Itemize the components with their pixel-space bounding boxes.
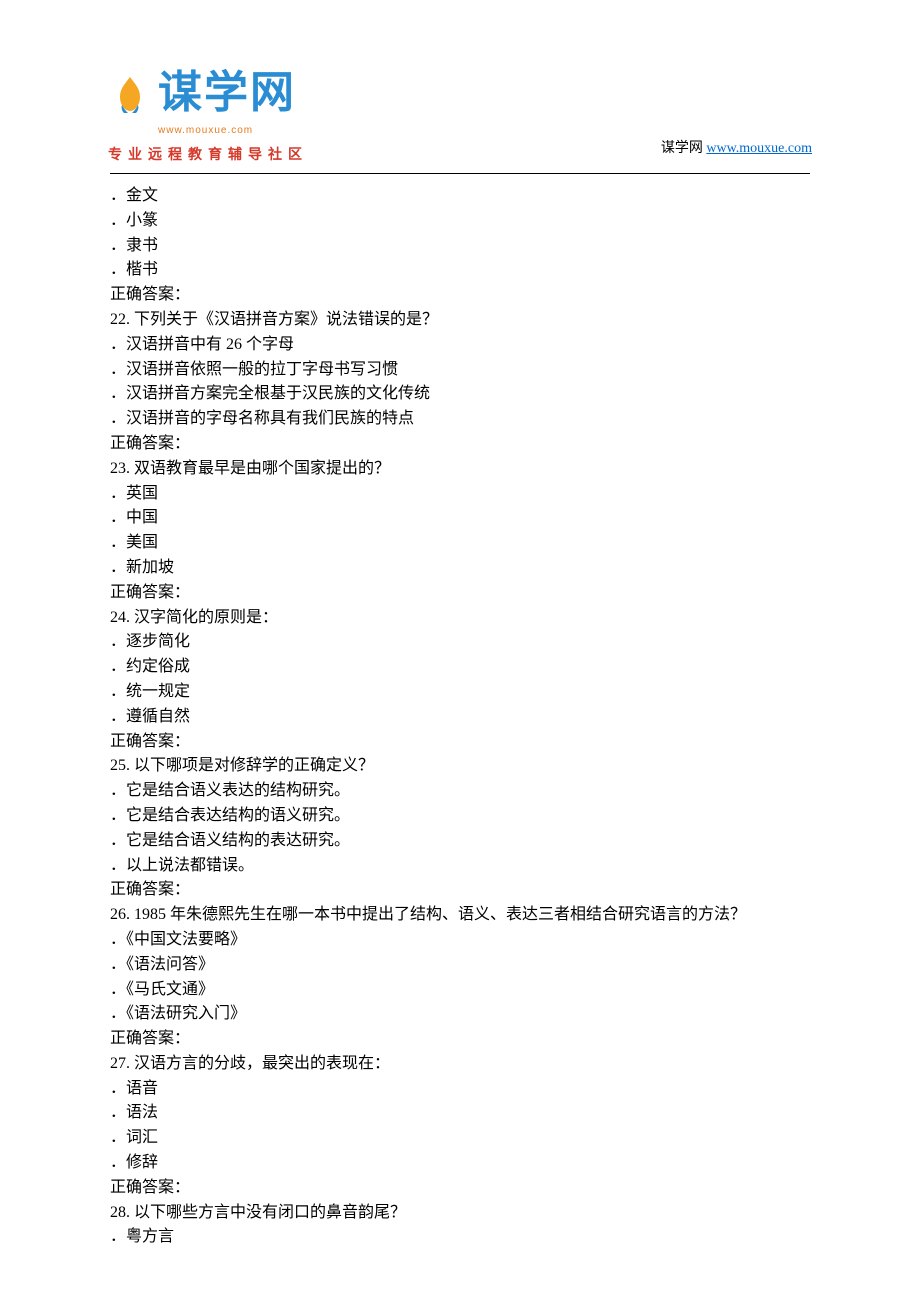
option-item: ．英国 [110,482,810,507]
answer-label: 正确答案： [110,581,810,606]
question-number: 28. [110,1204,134,1221]
question-line: 24. 汉字简化的原则是： [110,606,810,631]
question-line: 28. 以下哪些方言中没有闭口的鼻音韵尾？ [110,1201,810,1226]
option-item: ．中国 [110,506,810,531]
option-item: ．修辞 [110,1151,810,1176]
option-item: ．汉语拼音的字母名称具有我们民族的特点 [110,407,810,432]
question-number: 27. [110,1055,134,1072]
site-credit: 谋学网 www.mouxue.com [661,138,812,165]
header-divider [110,173,810,174]
option-item: ．遵循自然 [110,705,810,730]
site-label: 谋学网 [661,141,707,156]
question-text: 双语教育最早是由哪个国家提出的？ [134,460,390,477]
option-item: ．语法 [110,1101,810,1126]
answer-label: 正确答案： [110,878,810,903]
question-number: 26. [110,906,134,923]
option-item: ．粤方言 [110,1225,810,1250]
option-item: ．小篆 [110,209,810,234]
option-item: ．楷书 [110,258,810,283]
question-text: 1985 年朱德熙先生在哪一本书中提出了结构、语义、表达三者相结合研究语言的方法… [134,906,746,923]
question-number: 24. [110,609,134,626]
option-item: ．新加坡 [110,556,810,581]
question-text: 以下哪项是对修辞学的正确定义？ [134,757,374,774]
question-line: 26. 1985 年朱德熙先生在哪一本书中提出了结构、语义、表达三者相结合研究语… [110,903,810,928]
option-item: ．隶书 [110,234,810,259]
option-item: ．《马氏文通》 [110,978,810,1003]
option-item: ．它是结合语义表达的结构研究。 [110,779,810,804]
option-item: ．它是结合表达结构的语义研究。 [110,804,810,829]
option-item: ．《中国文法要略》 [110,928,810,953]
question-number: 22. [110,311,134,328]
question-number: 25. [110,757,134,774]
answer-label: 正确答案： [110,432,810,457]
logo-title-group: 谋学网 www.mouxue.com [158,60,296,138]
site-link[interactable]: www.mouxue.com [706,141,812,156]
answer-label: 正确答案： [110,730,810,755]
question-text: 汉语方言的分歧，最突出的表现在： [134,1055,390,1072]
question-line: 23. 双语教育最早是由哪个国家提出的？ [110,457,810,482]
option-item: ．汉语拼音依照一般的拉丁字母书写习惯 [110,358,810,383]
question-line: 25. 以下哪项是对修辞学的正确定义？ [110,754,810,779]
document-content: ．金文 ．小篆 ．隶书 ．楷书 正确答案： 22. 下列关于《汉语拼音方案》说法… [0,184,920,1250]
option-item: ．统一规定 [110,680,810,705]
answer-label: 正确答案： [110,283,810,308]
logo-text: 谋学网 [158,60,296,126]
option-item: ．美国 [110,531,810,556]
option-item: ．语音 [110,1077,810,1102]
answer-label: 正确答案： [110,1027,810,1052]
option-item: ．《语法研究入门》 [110,1002,810,1027]
logo-block: 谋学网 www.mouxue.com 专业远程教育辅导社区 [108,60,308,165]
question-line: 27. 汉语方言的分歧，最突出的表现在： [110,1052,810,1077]
option-item: ．汉语拼音中有 26 个字母 [110,333,810,358]
question-number: 23. [110,460,134,477]
option-item: ．金文 [110,184,810,209]
question-line: 22. 下列关于《汉语拼音方案》说法错误的是？ [110,308,810,333]
option-item: ．逐步简化 [110,630,810,655]
logo-tagline: 专业远程教育辅导社区 [108,144,308,165]
logo-flame-icon [108,75,152,123]
question-text: 下列关于《汉语拼音方案》说法错误的是？ [134,311,438,328]
question-text: 汉字简化的原则是： [134,609,278,626]
option-item: ．约定俗成 [110,655,810,680]
option-item: ．它是结合语义结构的表达研究。 [110,829,810,854]
option-item: ．以上说法都错误。 [110,854,810,879]
option-item: ．词汇 [110,1126,810,1151]
option-item: ．《语法问答》 [110,953,810,978]
page-header: 谋学网 www.mouxue.com 专业远程教育辅导社区 谋学网 www.mo… [0,0,920,165]
logo-top: 谋学网 www.mouxue.com [108,60,308,138]
question-text: 以下哪些方言中没有闭口的鼻音韵尾？ [134,1204,406,1221]
option-item: ．汉语拼音方案完全根基于汉民族的文化传统 [110,382,810,407]
answer-label: 正确答案： [110,1176,810,1201]
